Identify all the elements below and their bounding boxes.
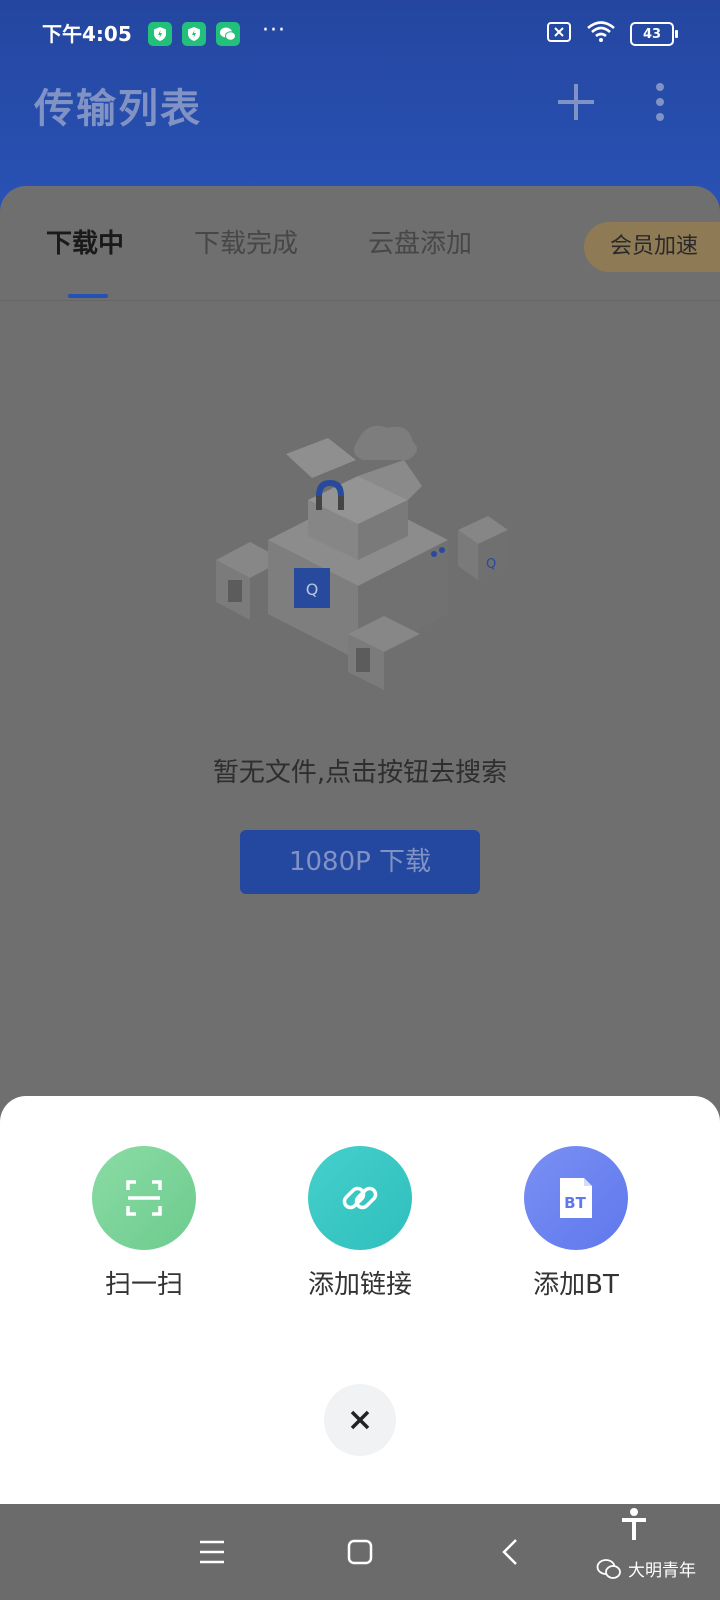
- sim-off-icon: [546, 21, 572, 47]
- more-vertical-icon: [656, 83, 664, 121]
- download-1080p-button[interactable]: 1080P 下载: [240, 830, 480, 894]
- tab-completed[interactable]: 下载完成: [194, 226, 298, 262]
- status-right-group: 43: [546, 20, 678, 48]
- svg-text:Q: Q: [306, 580, 319, 599]
- add-button[interactable]: [556, 82, 596, 122]
- add-bt-action[interactable]: BT 添加BT: [486, 1146, 666, 1301]
- empty-box-illustration: Q Q: [208, 420, 508, 710]
- add-link-label: 添加链接: [307, 1270, 412, 1300]
- bt-glyph: BT: [564, 1194, 586, 1212]
- status-time: 下午4:05: [42, 22, 132, 46]
- tab-downloading[interactable]: 下载中: [46, 226, 124, 262]
- more-notifications-icon: ···: [262, 18, 286, 43]
- tab-indicator: [68, 294, 108, 298]
- more-options-button[interactable]: [650, 82, 670, 122]
- recent-apps-button[interactable]: [192, 1532, 232, 1572]
- accessibility-button[interactable]: [614, 1504, 654, 1544]
- wechat-watermark-icon: [596, 1558, 621, 1579]
- back-chevron-icon: [502, 1539, 517, 1565]
- svg-text:Q: Q: [486, 557, 496, 572]
- add-bt-label: 添加BT: [533, 1270, 619, 1300]
- plus-icon: [558, 84, 594, 120]
- wechat-icon: [216, 22, 240, 46]
- accessibility-icon: [622, 1508, 646, 1540]
- watermark: 大明青年: [596, 1556, 696, 1581]
- empty-state-message: 暂无文件,点击按钮去搜索: [212, 758, 508, 788]
- menu-icon: [200, 1540, 224, 1564]
- shield-app-icon: [148, 22, 172, 46]
- page-title: 传输列表: [34, 86, 202, 132]
- back-button[interactable]: [492, 1532, 532, 1572]
- close-sheet-button[interactable]: [324, 1384, 396, 1456]
- battery-indicator: 43: [630, 22, 678, 46]
- shield-app-icon: [182, 22, 206, 46]
- add-link-action[interactable]: 添加链接: [270, 1146, 450, 1301]
- wifi-icon: [586, 20, 616, 48]
- bt-file-icon: BT: [524, 1146, 628, 1250]
- home-button[interactable]: [340, 1532, 380, 1572]
- scan-action[interactable]: 扫一扫: [54, 1146, 234, 1301]
- tab-divider: [0, 300, 720, 301]
- watermark-text: 大明青年: [628, 1561, 696, 1581]
- scan-label: 扫一扫: [104, 1270, 183, 1300]
- vip-speedup-button[interactable]: 会员加速: [584, 222, 720, 272]
- link-icon: [308, 1146, 412, 1250]
- home-square-icon: [347, 1539, 373, 1565]
- tab-cloud-add[interactable]: 云盘添加: [368, 226, 472, 262]
- scan-icon: [92, 1146, 196, 1250]
- close-icon: [350, 1410, 370, 1430]
